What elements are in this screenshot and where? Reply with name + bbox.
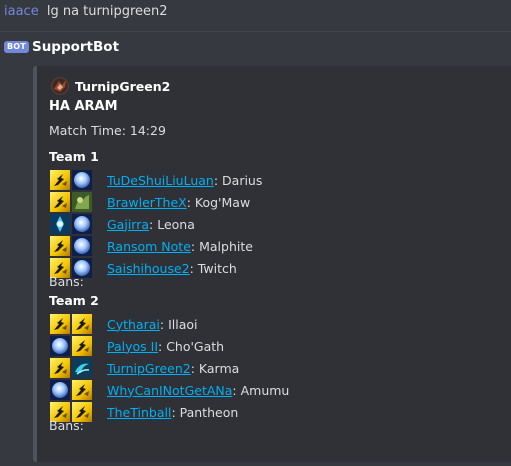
match-embed: TurnipGreen2 HA ARAM Match Time: 14:29 T… — [33, 66, 511, 462]
previous-message: iaace lg na turnipgreen2 — [4, 4, 168, 20]
player-text: TuDeShuiLiuLuan: Darius — [107, 173, 262, 188]
flash-spell-icon — [50, 314, 70, 334]
bot-message-header: BOT SupportBot — [4, 38, 119, 56]
player-text: TurnipGreen2: Karma — [107, 361, 239, 376]
player-text: Saishihouse2: Twitch — [107, 261, 237, 276]
snowball-spell-icon — [72, 214, 92, 234]
champion-name: : Darius — [213, 172, 263, 188]
flash-spell-icon — [50, 358, 70, 378]
flash-spell-icon — [50, 192, 70, 212]
player-row: WhyCanINotGetANa: Amumu — [50, 379, 289, 401]
snowball-spell-icon — [72, 170, 92, 190]
player-text: Palyos II: Cho'Gath — [107, 339, 224, 354]
embed-author: TurnipGreen2 — [51, 76, 170, 96]
team-2-name: Team 2 — [49, 293, 99, 308]
summoner-link[interactable]: Cytharai — [107, 317, 160, 332]
flash-spell-icon — [72, 380, 92, 400]
player-text: WhyCanINotGetANa: Amumu — [107, 383, 289, 398]
bot-tag-badge: BOT — [4, 41, 29, 53]
champion-name: : Illaoi — [159, 316, 198, 332]
player-text: BrawlerTheX: Kog'Maw — [107, 195, 250, 210]
summoner-link[interactable]: Saishihouse2 — [107, 261, 190, 276]
champion-name: : Cho'Gath — [158, 338, 225, 354]
player-row: Gajirra: Leona — [50, 213, 195, 235]
flash-spell-icon — [50, 236, 70, 256]
snowball-spell-icon — [72, 236, 92, 256]
summoner-link[interactable]: Palyos II — [107, 339, 158, 354]
embed-title: HA ARAM — [49, 99, 118, 114]
champion-name: : Twitch — [189, 260, 237, 276]
player-text: Ransom Note: Malphite — [107, 239, 253, 254]
summoner-link[interactable]: Gajirra — [107, 217, 149, 232]
player-row: Palyos II: Cho'Gath — [50, 335, 224, 357]
summoner-link[interactable]: TuDeShuiLiuLuan — [107, 173, 214, 188]
player-row: Cytharai: Illaoi — [50, 313, 198, 335]
message-author[interactable]: iaace — [4, 4, 39, 19]
team-1-bans: Bans: — [49, 274, 84, 289]
ghost-spell-icon — [72, 358, 92, 378]
team-1-name: Team 1 — [49, 149, 99, 164]
champion-name: : Karma — [190, 360, 240, 376]
champion-name: : Amumu — [232, 382, 290, 398]
player-text: Gajirra: Leona — [107, 217, 195, 232]
player-row: BrawlerTheX: Kog'Maw — [50, 191, 250, 213]
flash-spell-icon — [50, 170, 70, 190]
match-time: Match Time: 14:29 — [49, 123, 166, 138]
champion-name: : Malphite — [190, 238, 253, 254]
clarity-spell-icon — [50, 214, 70, 234]
player-row: TuDeShuiLiuLuan: Darius — [50, 169, 262, 191]
player-row: Ransom Note: Malphite — [50, 235, 253, 257]
summoner-avatar-icon — [51, 77, 69, 95]
flash-spell-icon — [72, 336, 92, 356]
message-content: lg na turnipgreen2 — [46, 4, 168, 19]
champion-name: : Pantheon — [171, 404, 239, 420]
champion-name: : Kog'Maw — [186, 194, 251, 210]
summoner-link[interactable]: WhyCanINotGetANa — [107, 383, 232, 398]
player-text: TheTinball: Pantheon — [107, 405, 238, 420]
summoner-link[interactable]: TurnipGreen2 — [107, 361, 191, 376]
snowball-spell-icon — [50, 380, 70, 400]
exhaust-spell-icon — [72, 192, 92, 212]
champion-name: : Leona — [149, 216, 195, 232]
player-text: Cytharai: Illaoi — [107, 317, 198, 332]
team-2-bans: Bans: — [49, 418, 84, 433]
message-divider — [0, 31, 511, 32]
embed-author-name[interactable]: TurnipGreen2 — [75, 79, 170, 94]
summoner-link[interactable]: TheTinball — [107, 405, 171, 420]
summoner-link[interactable]: BrawlerTheX — [107, 195, 187, 210]
flash-spell-icon — [72, 314, 92, 334]
bot-author-name[interactable]: SupportBot — [32, 39, 119, 55]
summoner-link[interactable]: Ransom Note — [107, 239, 191, 254]
player-row: TurnipGreen2: Karma — [50, 357, 239, 379]
snowball-spell-icon — [50, 336, 70, 356]
